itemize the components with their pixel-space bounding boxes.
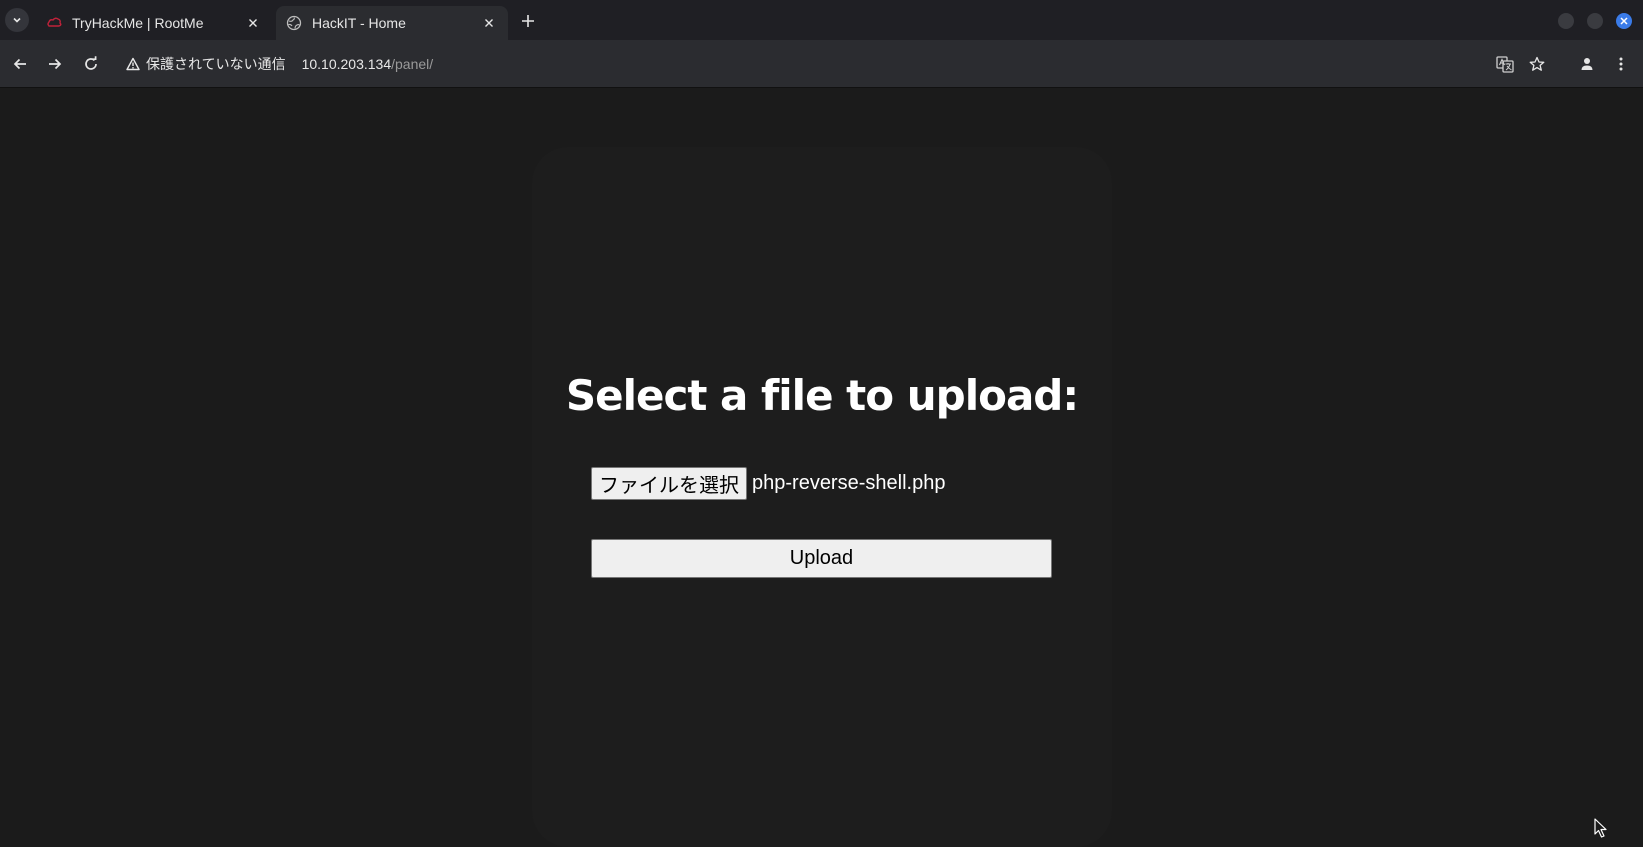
bookmark-button[interactable] bbox=[1525, 52, 1549, 76]
close-icon bbox=[1620, 17, 1628, 25]
reload-button[interactable] bbox=[79, 52, 103, 76]
warning-triangle-icon bbox=[126, 57, 140, 71]
tab-hackit-home[interactable]: HackIT - Home bbox=[276, 6, 508, 40]
minimize-button[interactable] bbox=[1558, 13, 1574, 29]
tab-strip: TryHackMe | RootMe HackIT - Home bbox=[0, 0, 1643, 40]
tab-close-button[interactable] bbox=[480, 14, 498, 32]
upload-button[interactable]: Upload bbox=[591, 539, 1052, 578]
profile-button[interactable] bbox=[1575, 52, 1599, 76]
choose-file-button[interactable]: ファイルを選択 bbox=[591, 467, 747, 500]
tab-title: HackIT - Home bbox=[312, 15, 406, 31]
url-path: /panel/ bbox=[391, 56, 434, 72]
reload-icon bbox=[85, 56, 97, 70]
tab-tryhackme[interactable]: TryHackMe | RootMe bbox=[36, 6, 272, 40]
arrow-right-icon bbox=[49, 58, 62, 70]
back-button[interactable] bbox=[8, 52, 32, 76]
maximize-button[interactable] bbox=[1587, 13, 1603, 29]
tab-close-button[interactable] bbox=[244, 14, 262, 32]
forward-button[interactable] bbox=[43, 52, 67, 76]
mouse-cursor-icon bbox=[1594, 818, 1607, 838]
globe-icon bbox=[286, 15, 302, 31]
page-content: Select a file to upload: ファイルを選択 php-rev… bbox=[0, 89, 1643, 847]
menu-button[interactable] bbox=[1609, 52, 1633, 76]
not-secure-warning-icon[interactable] bbox=[126, 57, 140, 71]
url-host: 10.10.203.134 bbox=[301, 56, 392, 72]
plus-icon bbox=[522, 15, 534, 27]
translate-button[interactable] bbox=[1493, 52, 1517, 76]
translate-icon bbox=[1496, 56, 1514, 73]
window-close-button[interactable] bbox=[1616, 13, 1632, 29]
browser-toolbar: 保護されていない通信 10.10.203.134/panel/ bbox=[0, 40, 1643, 88]
arrow-left-icon bbox=[13, 58, 26, 70]
tab-search-button[interactable] bbox=[5, 8, 29, 32]
more-vertical-icon bbox=[1619, 57, 1623, 71]
file-input[interactable]: ファイルを選択 php-reverse-shell.php bbox=[591, 467, 945, 500]
tryhackme-favicon-icon bbox=[47, 17, 62, 27]
tab-title: TryHackMe | RootMe bbox=[72, 15, 204, 31]
star-icon bbox=[1529, 56, 1545, 71]
close-icon bbox=[249, 19, 257, 27]
chevron-down-icon bbox=[13, 17, 21, 23]
page-title: Select a file to upload: bbox=[565, 371, 1079, 420]
address-bar[interactable]: 保護されていない通信 10.10.203.134/panel/ bbox=[118, 46, 1518, 82]
close-icon bbox=[485, 19, 493, 27]
new-tab-button[interactable] bbox=[516, 9, 540, 33]
security-label[interactable]: 保護されていない通信 bbox=[146, 54, 286, 74]
person-icon bbox=[1581, 58, 1593, 70]
selected-file-name: php-reverse-shell.php bbox=[752, 472, 946, 494]
